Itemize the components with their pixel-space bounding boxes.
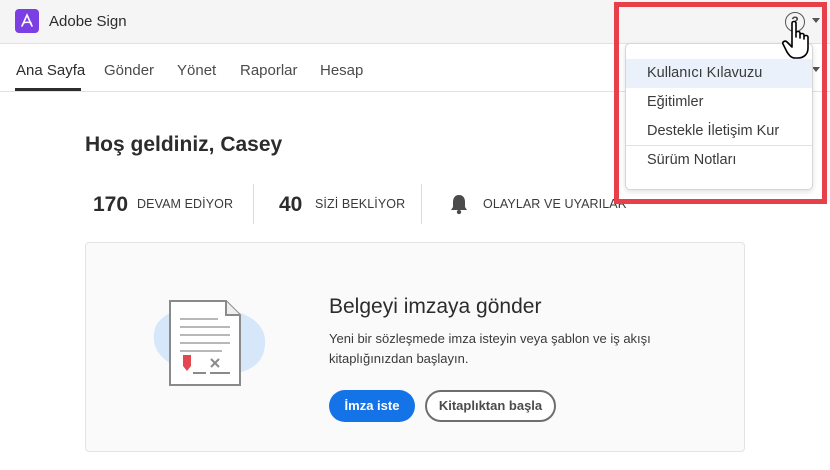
- events-alerts-label[interactable]: OLAYLAR VE UYARILAR: [483, 197, 627, 211]
- stat-divider: [253, 184, 254, 224]
- request-signature-button[interactable]: İmza iste: [329, 390, 415, 422]
- in-progress-count[interactable]: 170: [93, 193, 128, 217]
- card-description: Yeni bir sözleşmede imza isteyin veya şa…: [329, 331, 651, 366]
- bell-icon[interactable]: [449, 193, 469, 220]
- tab-account[interactable]: Hesap: [320, 62, 363, 79]
- tab-manage[interactable]: Yönet: [177, 62, 216, 79]
- tab-reports[interactable]: Raporlar: [240, 62, 298, 79]
- hand-cursor-icon: [782, 20, 812, 65]
- send-for-signature-card: Belgeyi imzaya gönder Yeni bir sözleşmed…: [85, 242, 745, 452]
- start-from-library-button[interactable]: Kitaplıktan başla: [425, 390, 556, 422]
- stat-divider: [421, 184, 422, 224]
- tab-send[interactable]: Gönder: [104, 62, 154, 79]
- app-title: Adobe Sign: [49, 13, 127, 30]
- card-title: Belgeyi imzaya gönder: [329, 295, 542, 318]
- acrobat-logo-icon[interactable]: [15, 9, 39, 33]
- tab-home[interactable]: Ana Sayfa: [16, 62, 85, 79]
- document-icon: [146, 293, 271, 398]
- waiting-count[interactable]: 40: [279, 193, 302, 217]
- page-title: Hoş geldiniz, Casey: [85, 133, 283, 156]
- in-progress-label[interactable]: DEVAM EDİYOR: [137, 197, 233, 211]
- waiting-label[interactable]: SİZİ BEKLİYOR: [315, 197, 405, 211]
- active-tab-indicator: [15, 88, 81, 91]
